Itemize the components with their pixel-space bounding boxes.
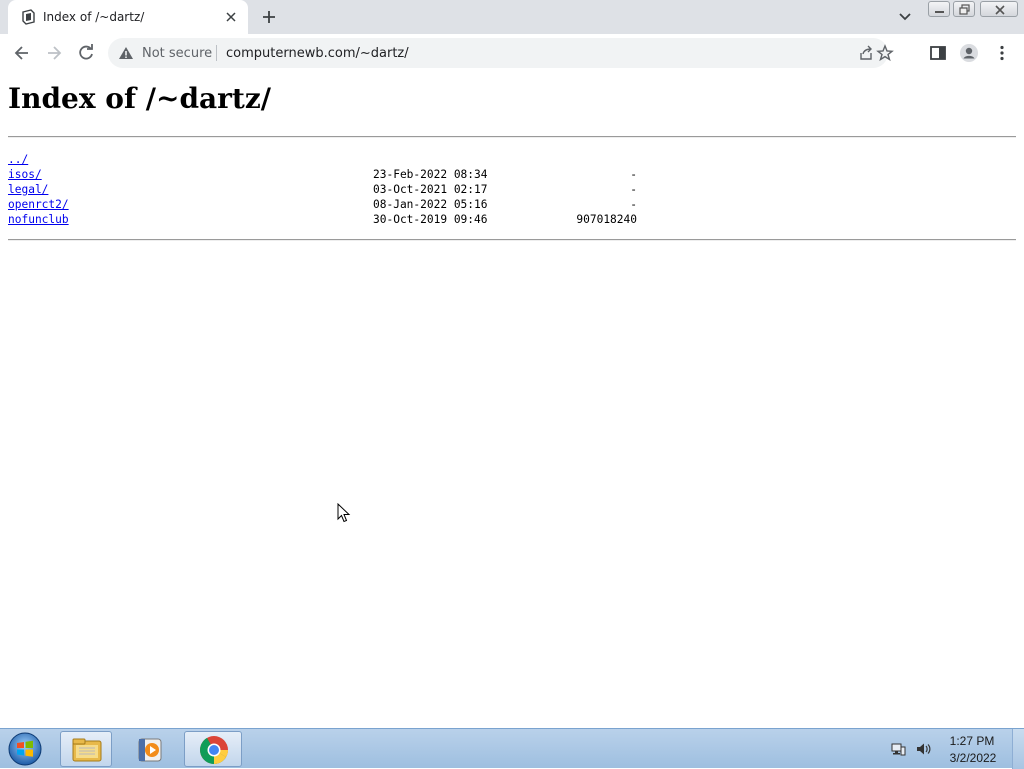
- volume-icon[interactable]: [915, 741, 931, 757]
- minimize-button[interactable]: [928, 1, 950, 17]
- tab-strip: Index of /~dartz/: [0, 0, 1024, 34]
- explorer-icon: [72, 738, 102, 762]
- entry-size: -: [630, 198, 637, 211]
- profile-icon[interactable]: [959, 43, 979, 63]
- clock-time[interactable]: 1:27 PM: [948, 734, 996, 748]
- entry-date: 23-Feb-2022 08:34: [373, 168, 488, 181]
- side-panel-icon[interactable]: [928, 43, 948, 63]
- entry-link[interactable]: nofunclub: [8, 212, 69, 227]
- list-item: legal/ 03-Oct-2021 02:17 -: [8, 182, 708, 197]
- entry-size: 907018240: [576, 213, 637, 226]
- star-icon[interactable]: [876, 44, 894, 62]
- url-text[interactable]: computernewb.com/~dartz/: [226, 46, 409, 61]
- entry-date: 03-Oct-2021 02:17: [373, 183, 488, 196]
- page-content: Index of /~dartz/ ../ isos/ 23-Feb-2022 …: [0, 72, 1024, 728]
- list-item: openrct2/ 08-Jan-2022 05:16 -: [8, 197, 708, 212]
- browser-toolbar: Not secure computernewb.com/~dartz/: [0, 34, 1024, 73]
- entry-link[interactable]: isos/: [8, 167, 42, 182]
- start-button-icon[interactable]: [6, 731, 44, 767]
- entry-link[interactable]: ../: [8, 152, 28, 167]
- arrow-left-icon[interactable]: [12, 43, 32, 63]
- entry-size: -: [630, 183, 637, 196]
- arrow-right-icon[interactable]: [44, 43, 64, 63]
- entry-link[interactable]: legal/: [8, 182, 48, 197]
- site-favicon-icon: [22, 9, 35, 25]
- restore-icon: [959, 4, 970, 15]
- taskbar-chrome-button[interactable]: [184, 731, 242, 767]
- warning-triangle-icon[interactable]: [118, 45, 134, 61]
- new-tab-icon[interactable]: [260, 8, 278, 26]
- entry-size: -: [630, 168, 637, 181]
- entry-date: 08-Jan-2022 05:16: [373, 198, 488, 211]
- reload-icon[interactable]: [76, 43, 96, 63]
- browser-tab[interactable]: Index of /~dartz/: [8, 0, 248, 34]
- show-desktop-button[interactable]: [1012, 729, 1024, 769]
- chrome-icon: [200, 736, 228, 764]
- omnibox-divider: [216, 45, 217, 61]
- network-icon[interactable]: [890, 741, 906, 757]
- taskbar-explorer-button[interactable]: [60, 731, 112, 767]
- restore-button[interactable]: [953, 1, 975, 17]
- address-bar[interactable]: Not secure computernewb.com/~dartz/: [108, 38, 894, 68]
- kebab-menu-icon[interactable]: [992, 43, 1012, 63]
- share-icon[interactable]: [858, 45, 874, 61]
- media-player-icon: [138, 738, 162, 762]
- close-icon: [995, 5, 1005, 15]
- chevron-down-icon[interactable]: [897, 10, 913, 24]
- list-item: ../: [8, 152, 708, 167]
- divider-bottom: [8, 239, 1016, 241]
- list-item: isos/ 23-Feb-2022 08:34 -: [8, 167, 708, 182]
- page-title: Index of /~dartz/: [8, 82, 271, 115]
- directory-listing: ../ isos/ 23-Feb-2022 08:34 - legal/ 03-…: [8, 152, 708, 227]
- entry-date: 30-Oct-2019 09:46: [373, 213, 488, 226]
- tab-title: Index of /~dartz/: [43, 10, 145, 24]
- list-item: nofunclub 30-Oct-2019 09:46 907018240: [8, 212, 708, 227]
- close-tab-icon[interactable]: [224, 10, 238, 24]
- mouse-cursor-icon: [337, 503, 351, 523]
- taskbar: 1:27 PM 3/2/2022: [0, 728, 1024, 769]
- close-window-button[interactable]: [980, 1, 1018, 17]
- entry-link[interactable]: openrct2/: [8, 197, 69, 212]
- minimize-icon: [935, 11, 944, 13]
- divider-top: [8, 136, 1016, 138]
- taskbar-media-player-button[interactable]: [122, 731, 174, 767]
- clock-date[interactable]: 3/2/2022: [944, 751, 1002, 765]
- security-status[interactable]: Not secure: [142, 46, 212, 61]
